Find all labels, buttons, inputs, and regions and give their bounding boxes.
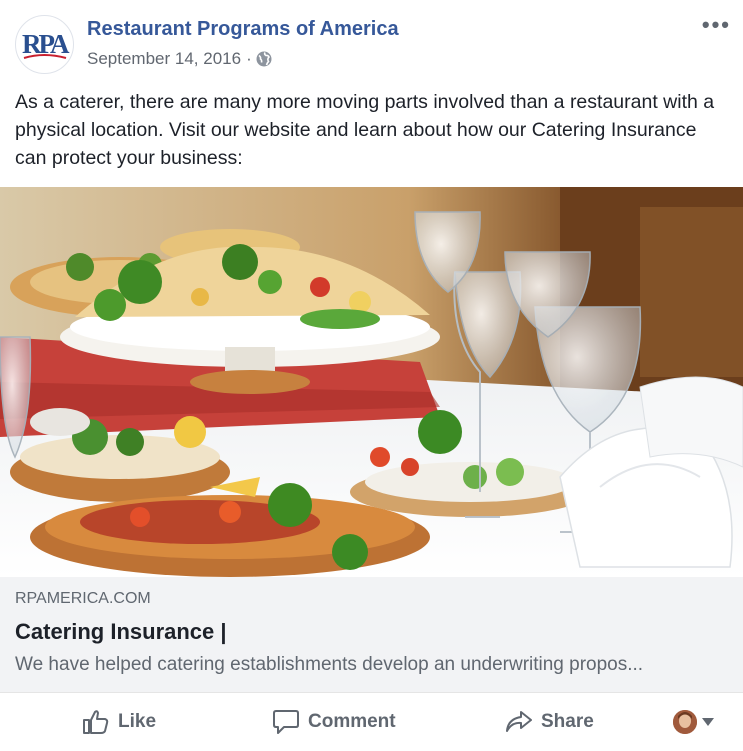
- share-button[interactable]: Share: [505, 693, 594, 751]
- like-button[interactable]: Like: [82, 693, 156, 751]
- post-meta: September 14, 2016 ·: [87, 49, 272, 69]
- comment-icon: [273, 710, 299, 734]
- post-text: As a caterer, there are many more moving…: [15, 91, 715, 169]
- comment-button[interactable]: Comment: [272, 693, 396, 751]
- thumbs-up-icon: [83, 710, 109, 734]
- link-domain: RPAMERICA.COM: [15, 590, 151, 607]
- like-label: Like: [118, 711, 157, 732]
- post-date[interactable]: September 14, 2016: [87, 49, 241, 69]
- catering-table-photo[interactable]: [0, 187, 743, 577]
- caret-down-icon: [702, 718, 714, 726]
- globe-icon: [256, 51, 272, 67]
- share-label: Share: [541, 711, 594, 732]
- user-avatar-icon: [673, 710, 697, 734]
- post-actions-bar: Like Comment Share: [0, 692, 743, 751]
- comment-label: Comment: [308, 711, 396, 732]
- page-name-link[interactable]: Restaurant Programs of America: [87, 18, 399, 41]
- rpa-logo-icon: RPA: [22, 29, 73, 59]
- photo-illustration: [0, 187, 743, 577]
- meta-separator: ·: [246, 49, 252, 68]
- share-icon: [506, 711, 532, 732]
- reaction-selector[interactable]: [673, 710, 715, 734]
- page-avatar[interactable]: RPA: [15, 15, 74, 74]
- link-description: We have helped catering establishments d…: [15, 654, 644, 675]
- link-title[interactable]: Catering Insurance |: [15, 619, 227, 645]
- post-header: RPA Restaurant Programs of America Septe…: [0, 0, 743, 86]
- link-preview-card[interactable]: RPAMERICA.COM Catering Insurance | We ha…: [0, 577, 743, 692]
- more-options-button[interactable]: •••: [702, 14, 731, 36]
